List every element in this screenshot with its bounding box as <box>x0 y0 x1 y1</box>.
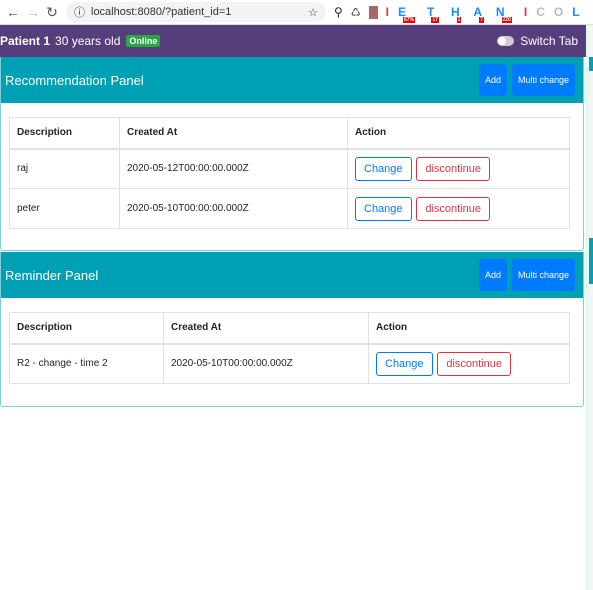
browser-toolbar: ← → ↻ ⓘ localhost:8080/?patient_id=1 ☆ ⚲… <box>0 0 593 25</box>
extension-icon[interactable]: O <box>554 5 563 19</box>
change-button[interactable]: Change <box>376 351 433 376</box>
action-cell: Change discontinue <box>347 148 570 189</box>
extensions-bar: I E67% T17 H1 A7 N220 I C O L <box>386 5 580 23</box>
add-button[interactable]: Add <box>478 64 507 96</box>
extension-badge: 67% <box>403 17 416 23</box>
column-header: Action <box>368 312 570 345</box>
extension-icon[interactable]: E67% <box>398 5 418 23</box>
add-button[interactable]: Add <box>478 259 507 291</box>
address-bar[interactable]: ⓘ localhost:8080/?patient_id=1 ☆ <box>66 2 326 22</box>
extension-icon[interactable]: I <box>524 5 527 19</box>
change-button[interactable]: Change <box>355 156 412 181</box>
column-header: Created At <box>163 312 369 345</box>
toggle-icon[interactable] <box>497 36 515 46</box>
description-cell: peter <box>9 188 120 229</box>
patient-header: Patient 1 30 years old Online Switch Tab <box>0 25 586 57</box>
side-panel-header <box>589 57 593 71</box>
extension-icon[interactable]: A7 <box>473 5 486 23</box>
switch-tab-label: Switch Tab <box>520 34 578 48</box>
recommendation-panel: Recommendation Panel Add Multi change De… <box>0 57 584 251</box>
discontinue-button[interactable]: discontinue <box>416 156 490 181</box>
discontinue-button[interactable]: discontinue <box>416 196 490 221</box>
info-icon: ⓘ <box>74 7 85 19</box>
bookmark-star-icon[interactable]: ☆ <box>308 6 318 19</box>
column-header: Description <box>9 312 164 345</box>
created-cell: 2020-05-12T00:00:00.000Z <box>119 148 348 189</box>
patient-age: 30 years old <box>55 34 121 48</box>
panel-title: Reminder Panel <box>5 267 99 283</box>
extension-badge: 1 <box>456 17 462 23</box>
extension-icon[interactable]: L <box>572 5 579 19</box>
recommendation-table: Description Created At Action raj 2020-05-1… <box>9 117 570 229</box>
created-cell: 2020-05-10T00:00:00.000Z <box>119 188 348 229</box>
action-cell: Change discontinue <box>347 188 570 229</box>
table-row: R2 - change - time 2 2020-05-10T00:00:00.… <box>9 343 570 384</box>
reload-icon[interactable]: ↻ <box>46 4 58 21</box>
extension-badge: 17 <box>431 17 439 23</box>
forward-icon[interactable]: → <box>26 4 40 20</box>
discontinue-button[interactable]: discontinue <box>437 351 511 376</box>
patient-name: Patient 1 <box>0 34 51 48</box>
profile-icon[interactable] <box>368 5 378 19</box>
status-badge: Online <box>126 35 161 47</box>
created-cell: 2020-05-10T00:00:00.000Z <box>163 343 369 384</box>
recycle-icon[interactable]: ♺ <box>351 6 361 19</box>
table-row: peter 2020-05-10T00:00:00.000Z Change disc… <box>9 188 570 229</box>
side-panel-header <box>589 238 593 284</box>
action-cell: Change discontinue <box>368 343 570 384</box>
side-panel-edge <box>586 25 593 590</box>
extension-icon[interactable]: C <box>536 5 545 19</box>
table-row: raj 2020-05-12T00:00:00.000Z Change discon… <box>9 148 570 189</box>
column-header: Description <box>9 117 120 150</box>
change-button[interactable]: Change <box>355 196 412 221</box>
extension-icon[interactable]: T17 <box>427 5 442 23</box>
extension-badge: 220 <box>501 17 512 23</box>
back-icon[interactable]: ← <box>6 4 20 20</box>
extension-icon[interactable]: H1 <box>451 5 464 23</box>
column-header: Created At <box>119 117 348 150</box>
description-cell: raj <box>9 148 120 189</box>
extension-icon[interactable]: I <box>386 5 389 19</box>
reminder-panel: Reminder Panel Add Multi change Descript… <box>0 252 584 407</box>
panel-title: Recommendation Panel <box>5 72 144 88</box>
switch-tab-toggle[interactable]: Switch Tab <box>497 34 578 48</box>
description-cell: R2 - change - time 2 <box>9 343 164 384</box>
extension-badge: 7 <box>479 17 484 23</box>
reminder-table: Description Created At Action R2 - change … <box>9 312 570 384</box>
search-icon[interactable]: ⚲ <box>334 5 343 19</box>
url-text: localhost:8080/?patient_id=1 <box>91 6 232 18</box>
extension-icon[interactable]: N220 <box>496 5 515 23</box>
multi-change-button[interactable]: Multi change <box>511 64 575 96</box>
column-header: Action <box>347 117 570 150</box>
multi-change-button[interactable]: Multi change <box>511 259 575 291</box>
